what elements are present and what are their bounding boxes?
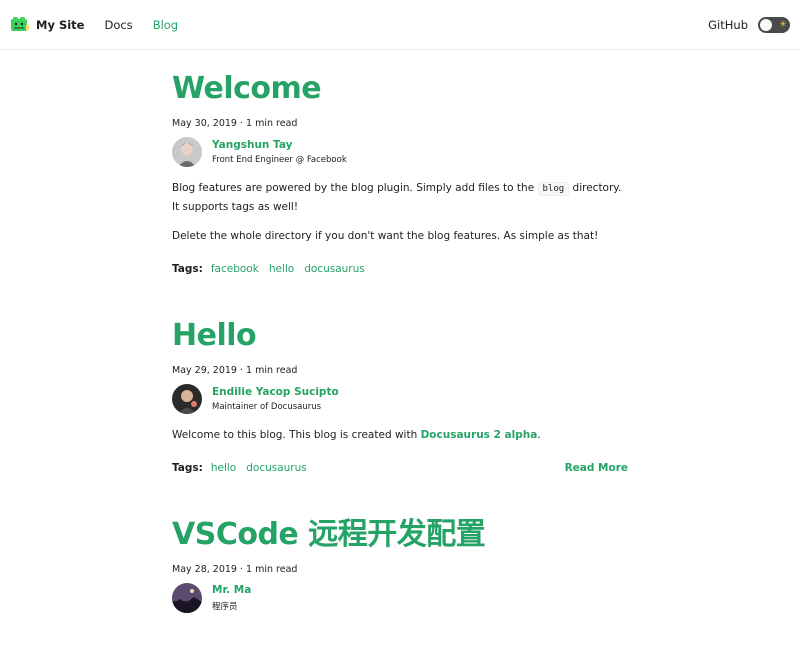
author-name[interactable]: Yangshun Tay	[212, 139, 347, 151]
author-info: Endilie Yacop Sucipto Maintainer of Docu…	[212, 386, 339, 412]
avatar[interactable]	[172, 583, 202, 613]
blog-post: VSCode 远程开发配置 May 28, 2019 · 1 min read …	[172, 474, 628, 613]
brand-title: My Site	[36, 17, 85, 32]
tag-link[interactable]: facebook	[211, 263, 259, 275]
post-meta: May 30, 2019 · 1 min read	[172, 118, 298, 129]
post-title[interactable]: Hello	[172, 317, 628, 355]
post-title[interactable]: Welcome	[172, 70, 628, 108]
avatar[interactable]	[172, 384, 202, 414]
blog-list: Welcome May 30, 2019 · 1 min read Yangsh…	[172, 50, 628, 613]
author-info: Mr. Ma 程序员	[212, 584, 251, 612]
blog-post: Welcome May 30, 2019 · 1 min read Yangsh…	[172, 50, 628, 275]
sun-icon: ☀	[778, 19, 787, 30]
nav-link-blog[interactable]: Blog	[153, 18, 178, 32]
post-author: Yangshun Tay Front End Engineer @ Facebo…	[172, 137, 628, 167]
tag-link[interactable]: hello	[269, 263, 294, 275]
post-text: .	[537, 429, 541, 441]
post-paragraph: Blog features are powered by the blog pl…	[172, 179, 628, 216]
post-paragraph: Delete the whole directory if you don't …	[172, 230, 599, 242]
github-link[interactable]: GitHub	[708, 18, 748, 32]
brand-link[interactable]: My Site	[10, 16, 84, 33]
nav-link-docs[interactable]: Docs	[104, 18, 132, 32]
post-author: Mr. Ma 程序员	[172, 583, 628, 613]
navbar: My Site Docs Blog GitHub ☀	[0, 0, 800, 50]
post-title[interactable]: VSCode 远程开发配置	[172, 516, 628, 554]
author-title: Front End Engineer @ Facebook	[212, 155, 347, 165]
tags-label: Tags:	[172, 462, 203, 474]
post-text: Welcome to this blog. This blog is creat…	[172, 429, 421, 441]
author-info: Yangshun Tay Front End Engineer @ Facebo…	[212, 139, 347, 165]
read-more-link[interactable]: Read More	[565, 462, 628, 474]
author-title: Maintainer of Docusaurus	[212, 402, 322, 412]
post-author: Endilie Yacop Sucipto Maintainer of Docu…	[172, 384, 628, 414]
navbar-right: GitHub ☀	[708, 16, 790, 33]
docusaurus-link[interactable]: Docusaurus 2 alpha	[421, 429, 538, 441]
post-meta: May 28, 2019 · 1 min read	[172, 564, 298, 575]
blog-post: Hello May 29, 2019 · 1 min read Endilie …	[172, 275, 628, 474]
inline-code: blog	[537, 182, 570, 196]
post-paragraph: Welcome to this blog. This blog is creat…	[172, 426, 628, 444]
tags-label: Tags:	[172, 263, 203, 275]
tag-link[interactable]: docusaurus	[246, 462, 307, 474]
post-footer: Tags: hello docusaurus Read More	[172, 462, 628, 474]
post-meta: May 29, 2019 · 1 min read	[172, 365, 298, 376]
post-footer: Tags: facebook hello docusaurus	[172, 263, 628, 275]
post-text: Blog features are powered by the blog pl…	[172, 182, 538, 194]
tag-link[interactable]: hello	[211, 462, 236, 474]
post-body: Blog features are powered by the blog pl…	[172, 179, 628, 245]
theme-toggle[interactable]: ☀	[758, 16, 790, 33]
dinosaur-logo-icon	[10, 16, 30, 33]
author-title: 程序员	[212, 602, 238, 612]
post-body: Welcome to this blog. This blog is creat…	[172, 426, 628, 444]
author-name[interactable]: Mr. Ma	[212, 584, 251, 596]
avatar[interactable]	[172, 137, 202, 167]
tag-link[interactable]: docusaurus	[304, 263, 365, 275]
toggle-knob	[759, 17, 773, 32]
author-name[interactable]: Endilie Yacop Sucipto	[212, 386, 339, 398]
